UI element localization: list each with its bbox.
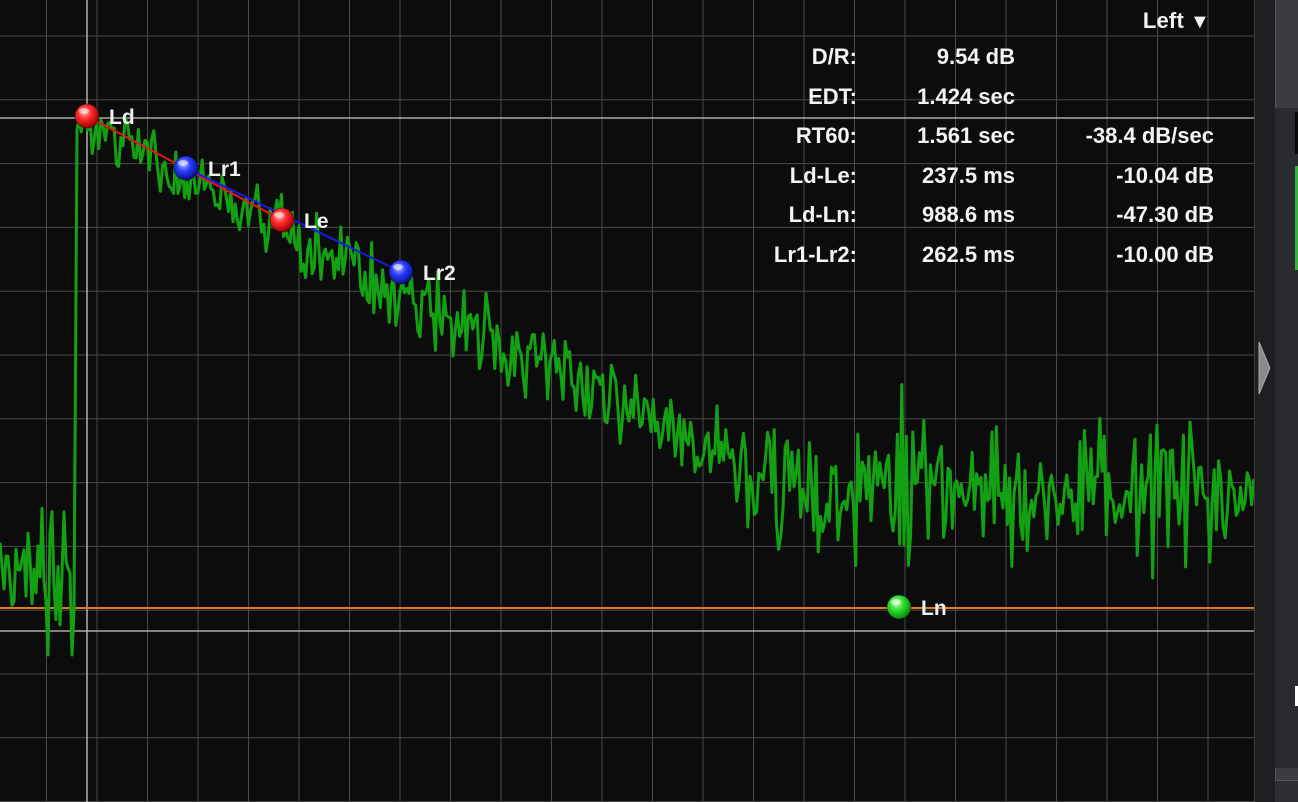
marker-highlight <box>274 212 284 218</box>
stat-extra: -10.04 dB <box>1116 162 1214 188</box>
stat-row: Ld-Ln: 988.6 ms -47.30 dB <box>720 202 1220 242</box>
stat-label: EDT: <box>808 83 857 109</box>
marker-ln-label: Ln <box>921 597 947 620</box>
stat-row: Lr1-Lr2: 262.5 ms -10.00 dB <box>720 242 1220 282</box>
marker-le-label: Le <box>304 210 329 233</box>
marker-lr2-label: Lr2 <box>423 262 456 285</box>
marker-le-handle[interactable] <box>269 207 295 233</box>
stat-value: 1.424 sec <box>917 83 1015 109</box>
stat-label: Ld-Ln: <box>788 202 857 228</box>
side-panel <box>1254 0 1298 802</box>
side-panel-footer <box>1275 780 1298 802</box>
channel-selector-label: Left <box>1142 8 1184 33</box>
marker-lr2-handle[interactable] <box>388 259 414 285</box>
stat-label: RT60: <box>795 123 857 149</box>
stat-value: 988.6 ms <box>922 202 1015 228</box>
stat-value: 9.54 dB <box>936 44 1015 69</box>
stat-extra: -10.00 dB <box>1116 241 1214 267</box>
marker-ld-label: Ld <box>109 106 135 129</box>
marker-ln-handle[interactable] <box>886 594 912 620</box>
marker-lr1-label: Lr1 <box>208 158 241 181</box>
stat-label: Lr1-Lr2: <box>773 241 857 267</box>
stat-label: Ld-Le: <box>789 162 857 188</box>
dropdown-arrow-icon: ▼ <box>1190 11 1210 33</box>
stat-row: D/R: 9.54 dB <box>720 44 1220 84</box>
stat-value: 262.5 ms <box>922 241 1015 267</box>
channel-selector[interactable]: Left ▼ <box>1143 8 1210 36</box>
marker-highlight <box>393 264 403 270</box>
marker-highlight <box>178 160 188 166</box>
stat-extra: -38.4 dB/sec <box>1085 123 1214 149</box>
marker-highlight <box>79 108 89 114</box>
stat-label: D/R: <box>811 44 857 69</box>
stats-panel: D/R: 9.54 dB EDT: 1.424 sec RT60: 1.561 sec -3… <box>720 44 1220 282</box>
decay-plot[interactable]: Ld Lr1 Le Lr2 Ln Left ▼ D/R: 9.54 dB EDT: 1.424 … <box>0 0 1254 802</box>
stat-row: Ld-Le: 237.5 ms -10.04 dB <box>720 163 1220 203</box>
stat-extra: -47.30 dB <box>1116 202 1214 228</box>
stat-row: RT60: 1.561 sec -38.4 dB/sec <box>720 123 1220 163</box>
stat-row: EDT: 1.424 sec <box>720 84 1220 124</box>
stat-value: 1.561 sec <box>917 123 1015 149</box>
marker-ld-handle[interactable] <box>74 103 100 129</box>
marker-lr1-handle[interactable] <box>173 155 199 181</box>
marker-highlight <box>891 599 901 605</box>
expand-panel-arrow-icon[interactable] <box>1257 338 1273 398</box>
stat-value: 237.5 ms <box>922 162 1015 188</box>
